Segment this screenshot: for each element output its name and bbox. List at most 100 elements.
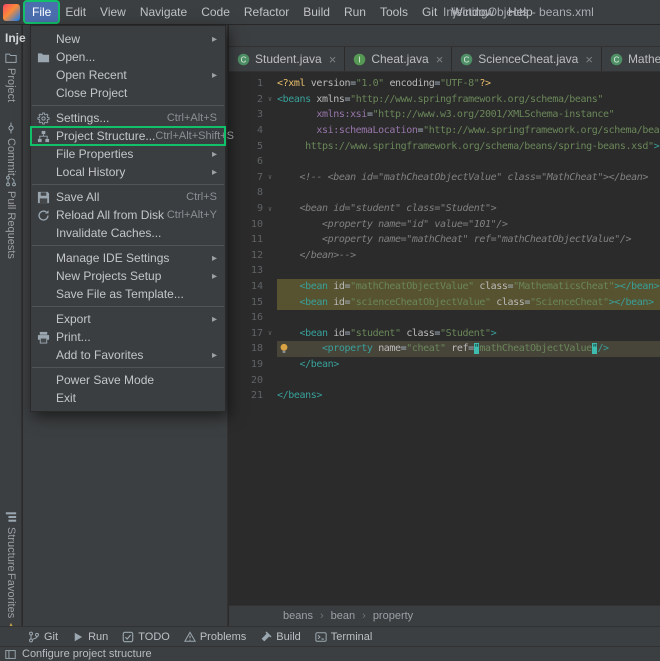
tab-close-icon[interactable]: ×	[436, 53, 444, 66]
menu-item-save-all[interactable]: Save AllCtrl+S	[31, 188, 225, 206]
menu-item-reload-all-from-disk[interactable]: Reload All from DiskCtrl+Alt+Y	[31, 206, 225, 224]
code-text: <beans xmlns="http://www.springframework…	[277, 94, 603, 105]
tab-close-icon[interactable]: ×	[329, 53, 337, 66]
project-structure-icon	[37, 130, 56, 143]
menu-item-open[interactable]: Open...	[31, 48, 225, 66]
menu-item-shortcut: Ctrl+Alt+S	[167, 112, 217, 124]
menu-item-print[interactable]: Print...	[31, 328, 225, 346]
menu-item-label: Power Save Mode	[56, 373, 154, 387]
refresh-icon	[37, 209, 56, 222]
menu-item-icon-slot	[37, 148, 56, 161]
code-text: </bean>	[277, 359, 339, 370]
intention-bulb-icon[interactable]	[278, 342, 290, 355]
toolwindow-problems[interactable]: Problems	[184, 631, 246, 643]
code-text: </bean>-->	[277, 250, 356, 261]
stripe-commit[interactable]: Commit	[0, 122, 22, 176]
line-number: 21	[229, 390, 263, 401]
fold-marker[interactable]: ∨	[263, 329, 277, 337]
menu-item-save-file-as-template[interactable]: Save File as Template...	[31, 285, 225, 303]
menu-item-label: New	[56, 32, 80, 46]
code-text: https://www.springframework.org/schema/b…	[277, 141, 659, 152]
class-icon: C	[237, 53, 250, 66]
gear-icon	[37, 112, 56, 125]
tab-student-java[interactable]: CStudent.java×	[229, 47, 345, 71]
code-text: <!-- <bean id="mathCheatObjectValue" cla…	[277, 172, 648, 183]
line-number: 16	[229, 312, 263, 323]
menu-item-export[interactable]: Export▸	[31, 310, 225, 328]
code-line-8: 8	[229, 185, 660, 201]
line-number: 18	[229, 343, 263, 354]
menu-item-manage-ide-settings[interactable]: Manage IDE Settings▸	[31, 249, 225, 267]
toolwindow-git[interactable]: Git	[28, 631, 58, 643]
menu-view[interactable]: View	[93, 2, 133, 22]
menu-navigate[interactable]: Navigate	[133, 2, 194, 22]
line-number: 3	[229, 109, 263, 120]
menu-item-settings[interactable]: Settings...Ctrl+Alt+S	[31, 109, 225, 127]
menu-item-project-structure[interactable]: Project Structure...Ctrl+Alt+Shift+S	[31, 127, 225, 145]
breadcrumb-bean[interactable]: bean	[331, 610, 355, 622]
stripe-project[interactable]: Project	[0, 52, 22, 102]
menu-item-file-properties[interactable]: File Properties▸	[31, 145, 225, 163]
code-editor[interactable]: 1<?xml version="1.0" encoding="UTF-8"?>2…	[229, 72, 660, 403]
menu-edit[interactable]: Edit	[58, 2, 93, 22]
toolwindow-todo[interactable]: TODO	[122, 631, 170, 643]
svg-text:C: C	[241, 55, 247, 64]
toolwindow-label: TODO	[138, 631, 170, 643]
code-text: <bean id="student" class="Student">	[277, 203, 496, 214]
menu-item-label: Open...	[56, 50, 95, 64]
menu-git[interactable]: Git	[415, 2, 444, 22]
menu-item-shortcut: Ctrl+Alt+Y	[167, 209, 217, 221]
menu-run[interactable]: Run	[337, 2, 373, 22]
breadcrumb-beans[interactable]: beans	[283, 610, 313, 622]
editor-area[interactable]: CStudent.java×ICheat.java×CScienceCheat.…	[229, 25, 660, 626]
terminal-icon	[315, 631, 327, 643]
menu-file[interactable]: File	[25, 2, 58, 22]
code-text: <property name="cheat" ref="mathCheatObj…	[277, 343, 609, 354]
menu-item-invalidate-caches[interactable]: Invalidate Caches...	[31, 224, 225, 242]
menu-item-label: Reload All from Disk	[56, 208, 164, 222]
build-icon	[260, 631, 272, 643]
menu-code[interactable]: Code	[194, 2, 237, 22]
menu-build[interactable]: Build	[296, 2, 337, 22]
tab-mathematicscheat-java[interactable]: CMathematicsCheat.java×	[602, 47, 660, 71]
submenu-arrow-icon: ▸	[212, 149, 217, 160]
submenu-arrow-icon: ▸	[212, 314, 217, 325]
toolwindow-build[interactable]: Build	[260, 631, 300, 643]
menu-item-add-to-favorites[interactable]: Add to Favorites▸	[31, 346, 225, 364]
breadcrumb-property[interactable]: property	[373, 610, 413, 622]
menu-tools[interactable]: Tools	[373, 2, 415, 22]
menu-item-local-history[interactable]: Local History▸	[31, 163, 225, 181]
menu-item-close-project[interactable]: Close Project	[31, 84, 225, 102]
code-line-16: 16	[229, 310, 660, 326]
tab-sciencecheat-java[interactable]: CScienceCheat.java×	[452, 47, 602, 71]
status-bar-text[interactable]: Configure project structure	[22, 648, 152, 660]
tab-close-icon[interactable]: ×	[585, 53, 593, 66]
menu-refactor[interactable]: Refactor	[237, 2, 296, 22]
toolwindow-terminal[interactable]: Terminal	[315, 631, 373, 643]
toolwindow-run[interactable]: Run	[72, 631, 108, 643]
stripe-label: Structure	[5, 527, 17, 572]
stripe-pull-requests[interactable]: Pull Requests	[0, 175, 22, 259]
fold-marker[interactable]: ∨	[263, 95, 277, 103]
menu-item-new-projects-setup[interactable]: New Projects Setup▸	[31, 267, 225, 285]
menu-item-open-recent[interactable]: Open Recent ▸	[31, 66, 225, 84]
submenu-arrow-icon: ▸	[212, 271, 217, 282]
layout-icon	[5, 649, 16, 660]
submenu-arrow-icon: ▸	[212, 70, 217, 81]
tab-cheat-java[interactable]: ICheat.java×	[345, 47, 452, 71]
menu-item-power-save-mode[interactable]: Power Save Mode	[31, 371, 225, 389]
problems-icon	[184, 631, 196, 643]
stripe-structure[interactable]: Structure	[0, 511, 22, 572]
menu-item-exit[interactable]: Exit	[31, 389, 225, 407]
fold-marker[interactable]: ∨	[263, 173, 277, 181]
fold-marker[interactable]: ∨	[263, 205, 277, 213]
class-icon: C	[610, 53, 623, 66]
code-line-9: 9∨ <bean id="student" class="Student">	[229, 201, 660, 217]
breadcrumbs-bar: beans›bean›property	[229, 605, 660, 626]
menu-item-label: Open Recent	[56, 68, 127, 82]
project-icon	[5, 52, 17, 64]
stripe-label: Project	[5, 68, 17, 102]
menu-item-icon-slot	[37, 166, 56, 179]
code-text: <bean id="scienceCheatObjectValue" class…	[277, 297, 654, 308]
menu-item-new[interactable]: New▸	[31, 30, 225, 48]
